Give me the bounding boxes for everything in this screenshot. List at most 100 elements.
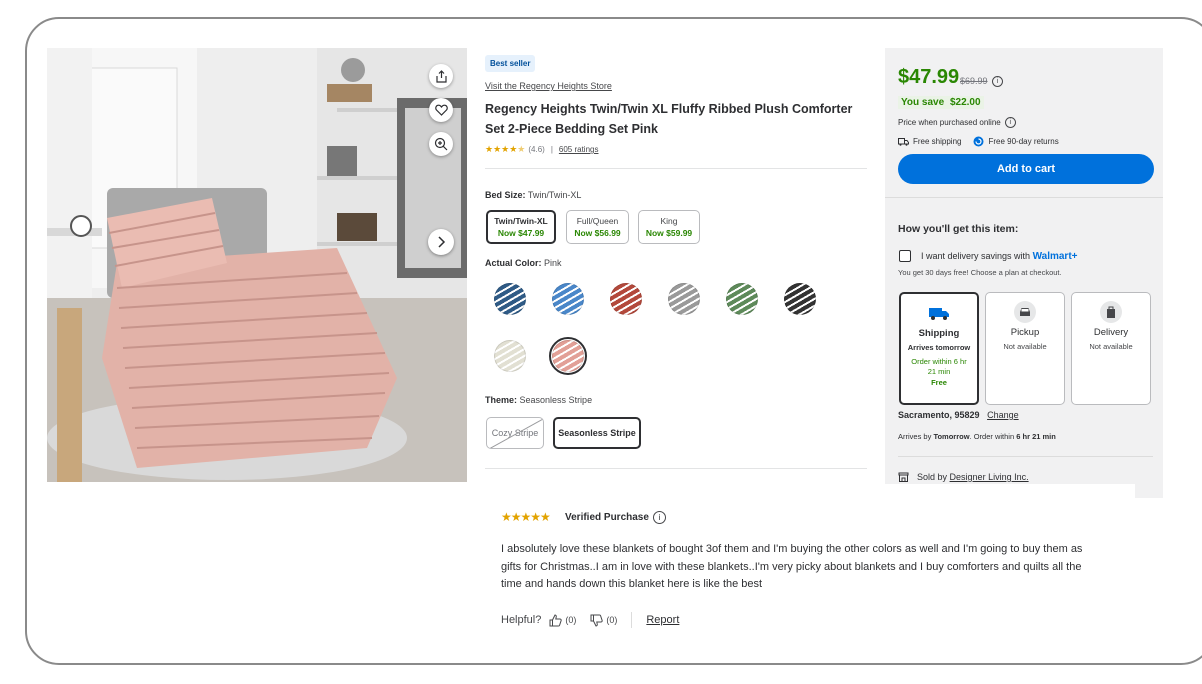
theme-option-name: Seasonless Stripe: [558, 428, 636, 438]
theme-option-cozy-stripe[interactable]: Cozy Stripe: [486, 417, 544, 449]
color-swatch-green[interactable]: [726, 283, 758, 315]
delivery-savings-label: I want delivery savings with Walmart+: [921, 251, 1077, 262]
color-swatch-navy[interactable]: [494, 283, 526, 315]
bed-size-label: Bed Size: Twin/Twin-XL: [485, 190, 581, 200]
favorite-button[interactable]: [429, 98, 453, 122]
was-price-value: $69.99: [960, 76, 988, 86]
store-link[interactable]: Visit the Regency Heights Store: [485, 81, 612, 91]
color-swatch-grey[interactable]: [668, 283, 700, 315]
was-price: $69.99: [960, 76, 988, 86]
divider: [885, 197, 1163, 198]
ratings-count-link[interactable]: 605 ratings: [559, 145, 599, 154]
size-option-name: King: [660, 216, 678, 226]
product-title: Regency Heights Twin/Twin XL Fluffy Ribb…: [485, 102, 853, 136]
report-link[interactable]: Report: [646, 614, 679, 626]
bed-size-label-text: Bed Size:: [485, 190, 526, 200]
info-icon[interactable]: i: [1004, 117, 1016, 128]
size-option-name: Twin/Twin-XL: [494, 216, 548, 226]
review-text: I absolutely love these blankets of boug…: [501, 543, 1083, 590]
next-image-button[interactable]: [428, 229, 454, 255]
theme-option-seasonless-stripe[interactable]: Seasonless Stripe: [553, 417, 641, 449]
size-option-price: Now $56.99: [574, 228, 621, 238]
size-option-price: Now $59.99: [645, 228, 693, 238]
separator: [631, 612, 633, 628]
color-swatch-ivory[interactable]: [494, 340, 526, 372]
helpful-row: Helpful? (0) (0) Report: [501, 612, 679, 628]
sold-by-label: Sold by: [917, 472, 948, 482]
fulfillment-status: Not available: [1003, 342, 1047, 351]
color-swatch-rust[interactable]: [610, 283, 642, 315]
seller-link[interactable]: Designer Living Inc.: [950, 472, 1029, 482]
you-save: You save $22.00: [898, 96, 984, 109]
location-zip: Sacramento, 95829: [898, 410, 980, 420]
fulfillment-shipping[interactable]: Shipping Arrives tomorrow Order within 6…: [899, 292, 979, 405]
price-note-text: Price when purchased online: [898, 118, 1001, 127]
order-within-time: 6 hr 21 min: [1016, 432, 1056, 441]
rating-row: ★★★★★ (4.6) | 605 ratings: [485, 144, 598, 155]
color-swatch-blue[interactable]: [552, 283, 584, 315]
walmart-plus-logo: Walmart+: [1032, 251, 1078, 262]
fulfillment-order-within: Order within 6 hr 21 min: [911, 357, 967, 376]
delivery-savings-text: I want delivery savings with: [921, 251, 1031, 261]
fulfillment-pickup[interactable]: Pickup Not available: [985, 292, 1065, 405]
you-save-amount: $22.00: [949, 97, 981, 108]
size-option-name: Full/Queen: [576, 216, 619, 226]
color-swatch-pink[interactable]: [552, 340, 584, 372]
share-icon: [435, 69, 447, 83]
you-save-label: You save: [901, 97, 945, 108]
order-within-prefix: . Order within: [969, 432, 1015, 441]
fulfillment-name: Shipping: [918, 328, 960, 339]
helpful-down-count: (0): [606, 615, 618, 625]
theme-label: Theme: Seasonless Stripe: [485, 395, 592, 405]
rating-stars: ★★★★★: [485, 144, 526, 154]
color-label-text: Actual Color:: [485, 258, 542, 268]
size-option-twin[interactable]: Twin/Twin-XL Now $47.99: [486, 210, 556, 244]
sold-by-row: Sold by Designer Living Inc.: [898, 472, 1029, 482]
pickup-car-icon: [1014, 301, 1036, 323]
size-option-king[interactable]: King Now $59.99: [638, 210, 700, 244]
zoom-in-icon: [434, 137, 448, 151]
review-stars: ★★★★★: [501, 510, 551, 524]
info-icon[interactable]: i: [652, 511, 666, 524]
helpful-label: Helpful?: [501, 614, 542, 626]
thumbs-down-icon: [590, 614, 604, 627]
current-price: $47.99: [898, 66, 960, 88]
product-image[interactable]: [47, 48, 467, 482]
rating-value: (4.6): [528, 145, 545, 154]
change-location-link[interactable]: Change: [987, 410, 1019, 420]
delivery-bag-icon: [1100, 301, 1122, 323]
add-to-cart-button[interactable]: Add to cart: [898, 154, 1154, 184]
delivery-savings-checkbox[interactable]: [899, 250, 911, 262]
fulfillment-delivery[interactable]: Delivery Not available: [1071, 292, 1151, 405]
shipping-returns-row: Free shipping Free 90-day returns: [898, 136, 1059, 147]
trial-note: You get 30 days free! Choose a plan at c…: [898, 268, 1062, 277]
share-button[interactable]: [429, 64, 453, 88]
location-row: Sacramento, 95829 Change: [898, 410, 1019, 420]
helpful-up-button[interactable]: (0): [549, 613, 577, 627]
zoom-button[interactable]: [429, 132, 453, 156]
chevron-right-icon: [438, 236, 446, 248]
best-seller-badge: Best seller: [485, 55, 536, 72]
fulfillment-heading: How you'll get this item:: [898, 223, 1019, 235]
truck-icon: [898, 137, 909, 146]
fulfillment-name: Pickup: [1010, 327, 1040, 338]
size-option-full-queen[interactable]: Full/Queen Now $56.99: [566, 210, 629, 244]
verified-purchase: Verified Purchase i: [565, 511, 666, 524]
helpful-down-button[interactable]: (0): [590, 614, 617, 627]
shipping-truck-icon: [928, 302, 950, 324]
unavailable-strike: [489, 418, 543, 448]
thumbs-up-icon: [549, 613, 563, 626]
fulfillment-status: Not available: [1089, 342, 1133, 351]
verified-label: Verified Purchase: [565, 512, 649, 523]
free-shipping: Free shipping: [913, 137, 962, 146]
divider: [485, 168, 867, 169]
helpful-up-count: (0): [565, 615, 577, 625]
free-returns: Free 90-day returns: [988, 137, 1059, 146]
color-swatch-black[interactable]: [784, 283, 816, 315]
bed-size-value: Twin/Twin-XL: [527, 190, 582, 200]
theme-value: Seasonless Stripe: [519, 395, 593, 405]
price-info-icon[interactable]: i: [992, 76, 1003, 87]
arrives-prefix: Arrives by: [898, 432, 932, 441]
color-value: Pink: [544, 258, 562, 268]
price-note: Price when purchased online i: [898, 117, 1016, 128]
